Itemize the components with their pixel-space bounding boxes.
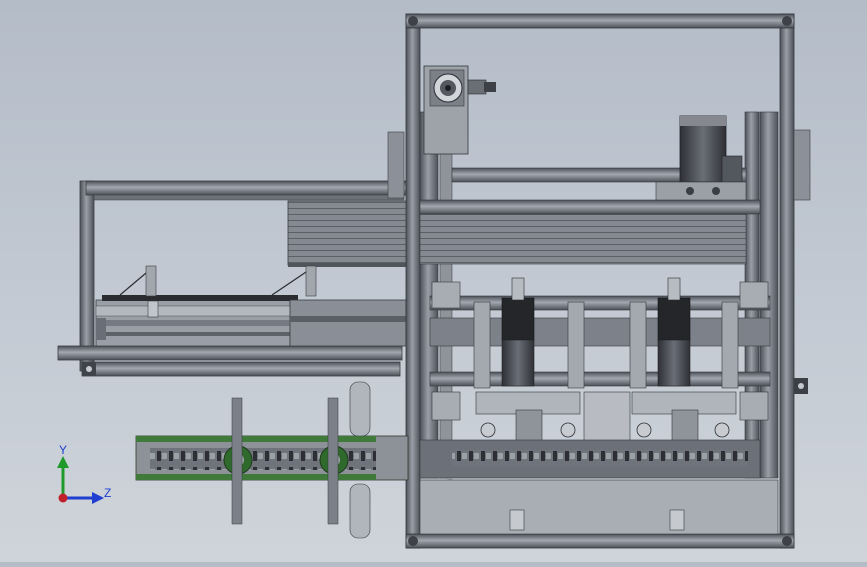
green-side-conveyor bbox=[135, 381, 409, 539]
y-axis-arrow bbox=[57, 456, 69, 468]
servo-motor-top bbox=[423, 65, 496, 155]
z-axis-label: Z bbox=[104, 486, 111, 500]
gear-motor bbox=[655, 115, 747, 201]
view-orientation-triad: Y Z bbox=[57, 443, 111, 504]
triad-origin bbox=[58, 493, 68, 503]
horizontal-rail bbox=[57, 180, 409, 377]
y-axis-label: Y bbox=[59, 443, 67, 457]
assembly-drawing: Y Z bbox=[57, 13, 811, 549]
base-plate bbox=[419, 479, 779, 535]
cad-viewport[interactable]: Y Z bbox=[0, 0, 867, 562]
z-axis-arrow bbox=[92, 492, 104, 504]
